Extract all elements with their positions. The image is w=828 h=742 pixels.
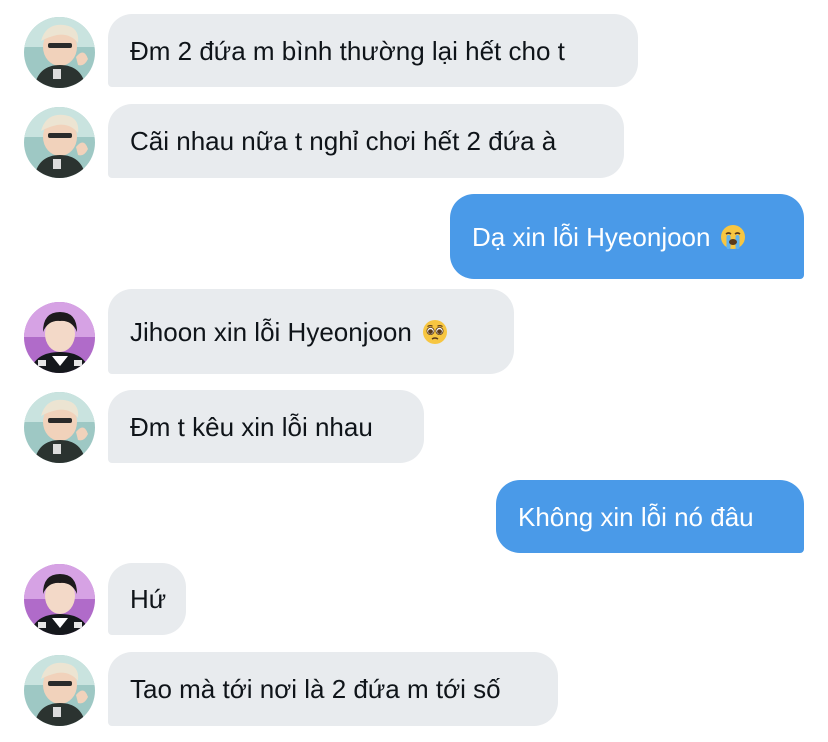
user-avatar-blond[interactable]	[24, 17, 95, 88]
outgoing-message-bubble[interactable]: Không xin lỗi nó đâu	[496, 480, 804, 553]
incoming-message-bubble[interactable]: Tao mà tới nơi là 2 đứa m tới số	[108, 652, 558, 726]
incoming-message-bubble[interactable]: Đm 2 đứa m bình thường lại hết cho t	[108, 14, 638, 87]
message-text: Jihoon xin lỗi Hyeonjoon	[130, 316, 412, 347]
message-text: Hứ	[130, 584, 167, 614]
user-avatar-darkhair[interactable]	[24, 564, 95, 635]
message-text: Tao mà tới nơi là 2 đứa m tới số	[130, 674, 501, 704]
user-avatar-blond[interactable]	[24, 392, 95, 463]
incoming-message-bubble[interactable]: Hứ	[108, 563, 186, 635]
message-text: Không xin lỗi nó đâu	[518, 501, 754, 532]
incoming-message-bubble[interactable]: Jihoon xin lỗi Hyeonjoon	[108, 289, 514, 374]
user-avatar-darkhair[interactable]	[24, 302, 95, 373]
chat-thread: Đm 2 đứa m bình thường lại hết cho t Cãi…	[0, 0, 828, 742]
message-text: Cãi nhau nữa t nghỉ chơi hết 2 đứa à	[130, 126, 557, 156]
incoming-message-bubble[interactable]: Cãi nhau nữa t nghỉ chơi hết 2 đứa à	[108, 104, 624, 178]
message-text: Dạ xin lỗi Hyeonjoon	[472, 221, 711, 252]
user-avatar-blond[interactable]	[24, 655, 95, 726]
outgoing-message-bubble[interactable]: Dạ xin lỗi Hyeonjoon	[450, 194, 804, 279]
message-text: Đm 2 đứa m bình thường lại hết cho t	[130, 35, 565, 66]
loudly-crying-face-icon	[720, 224, 746, 250]
user-avatar-blond[interactable]	[24, 107, 95, 178]
incoming-message-bubble[interactable]: Đm t kêu xin lỗi nhau	[108, 390, 424, 463]
pleading-face-icon	[422, 319, 448, 345]
message-text: Đm t kêu xin lỗi nhau	[130, 411, 373, 442]
